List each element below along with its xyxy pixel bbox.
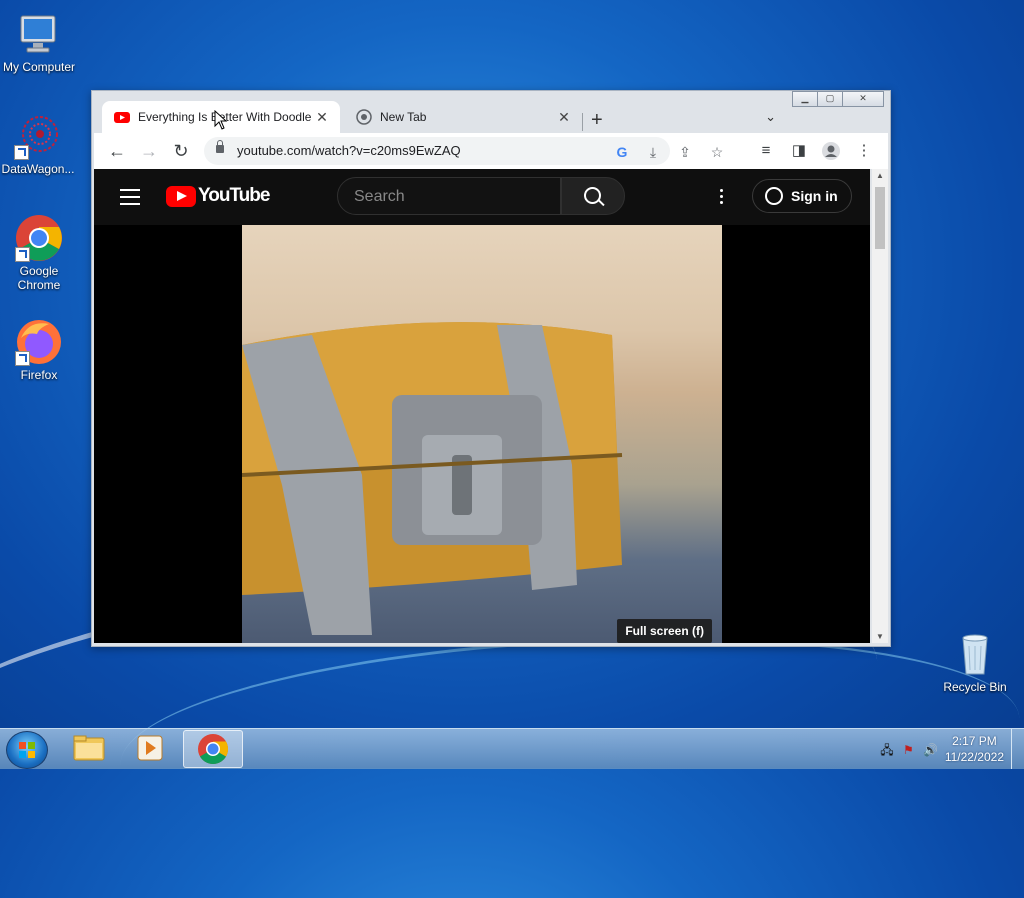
youtube-search-input[interactable]: Search [337, 177, 561, 215]
lock-icon[interactable] [216, 140, 224, 153]
desktop-icon-my-computer[interactable]: My Computer [1, 10, 77, 74]
search-icon [584, 187, 601, 204]
desktop-icon-label: DataWagon... [1, 162, 75, 176]
browser-toolbar: ← → ↻ youtube.com/watch?v=c20ms9EwZAQ G … [94, 133, 888, 169]
tab-separator [582, 113, 583, 131]
desktop-icon-datawagon[interactable]: DataWagon... [0, 112, 76, 176]
page-viewport: YouTube Search Sign in Full screen (f) [94, 169, 870, 643]
media-control-icon[interactable]: ≡ [756, 141, 776, 161]
tab-close-icon[interactable]: ✕ [554, 109, 574, 126]
taskbar-clock[interactable]: 2:17 PM 11/22/2022 [945, 733, 1004, 765]
scroll-down-arrow-icon[interactable]: ▼ [872, 632, 888, 641]
desktop-icon-label: Google Chrome [17, 264, 61, 292]
tab-title: New Tab [380, 110, 427, 124]
datawagon-icon [14, 112, 62, 160]
show-desktop-button[interactable] [1011, 729, 1024, 769]
youtube-favicon-icon [114, 109, 130, 125]
chrome-icon [198, 734, 229, 765]
hamburger-menu-icon[interactable] [120, 189, 140, 210]
shortcut-arrow-icon [14, 145, 29, 160]
desktop-icon-label: My Computer [2, 60, 76, 74]
action-center-flag-icon[interactable]: ⚑ [903, 743, 914, 757]
bookmark-star-icon[interactable]: ☆ [707, 142, 727, 162]
youtube-search-button[interactable] [561, 177, 625, 215]
system-tray: 🖧 ⚑ 🔊 [880, 741, 938, 762]
treasure-chest-image [242, 322, 623, 635]
reload-icon[interactable]: ↻ [170, 140, 192, 162]
start-button[interactable] [6, 731, 48, 769]
fullscreen-tooltip: Full screen (f) [617, 619, 712, 643]
firefox-icon [15, 318, 63, 366]
taskbar-explorer[interactable] [60, 730, 118, 766]
page-scrollbar[interactable]: ▲ ▼ [872, 169, 888, 643]
taskbar-media-player[interactable] [121, 730, 179, 766]
desktop-icon-recycle-bin[interactable]: Recycle Bin [937, 630, 1013, 694]
account-circle-icon [765, 187, 783, 205]
taskbar: 🖧 ⚑ 🔊 2:17 PM 11/22/2022 [0, 728, 1024, 769]
profile-avatar-icon[interactable] [821, 141, 841, 161]
address-bar[interactable]: youtube.com/watch?v=c20ms9EwZAQ G ⤓ ⇪ ☆ [204, 137, 723, 165]
video-player[interactable]: Full screen (f) [242, 225, 722, 643]
scrollbar-thumb[interactable] [875, 187, 885, 249]
taskbar-chrome[interactable] [183, 730, 243, 768]
desktop-icon-google-chrome[interactable]: Google Chrome [1, 214, 77, 292]
windows-logo-icon [19, 742, 35, 758]
chrome-menu-icon[interactable]: ⋮ [854, 141, 874, 161]
sign-in-button[interactable]: Sign in [752, 179, 852, 213]
shortcut-arrow-icon [15, 247, 30, 262]
install-app-icon[interactable]: ⤓ [643, 142, 663, 162]
tab-search-chevron-icon[interactable]: ⌄ [765, 109, 776, 125]
computer-icon [15, 10, 63, 58]
tab-close-icon[interactable]: ✕ [312, 109, 332, 126]
youtube-header: YouTube Search Sign in [94, 169, 870, 225]
volume-icon[interactable]: 🔊 [923, 743, 938, 757]
url-text: youtube.com/watch?v=c20ms9EwZAQ [237, 143, 461, 158]
side-panel-icon[interactable]: ◨ [789, 141, 809, 161]
mouse-cursor-icon [214, 110, 228, 130]
recycle-bin-icon [951, 630, 999, 678]
chrome-icon [15, 214, 63, 262]
youtube-logo-text: YouTube [198, 185, 270, 206]
share-icon[interactable]: ⇪ [675, 142, 695, 162]
chrome-window: ▁ ▢ ✕ Everything Is Better With Doodle ✕… [91, 90, 891, 647]
back-arrow-icon[interactable]: ← [106, 140, 128, 162]
clock-date: 11/22/2022 [944, 750, 1004, 764]
media-player-icon [137, 735, 163, 761]
folder-icon [73, 735, 105, 761]
youtube-play-logo-icon [166, 185, 196, 207]
desktop-icon-firefox[interactable]: Firefox [1, 318, 77, 382]
network-icon[interactable]: 🖧 [880, 743, 893, 757]
sign-in-label: Sign in [791, 188, 838, 204]
google-translate-icon[interactable]: G [612, 142, 632, 162]
clock-time: 2:17 PM [952, 734, 997, 748]
desktop-icon-label: Recycle Bin [943, 680, 1007, 694]
forward-arrow-icon[interactable]: → [138, 140, 160, 162]
desktop-icon-label: Firefox [20, 368, 58, 382]
youtube-settings-kebab-icon[interactable] [720, 189, 724, 207]
youtube-logo[interactable]: YouTube [166, 185, 270, 207]
new-tab-button[interactable]: + [591, 109, 603, 132]
scroll-up-arrow-icon[interactable]: ▲ [872, 171, 888, 180]
shortcut-arrow-icon [15, 351, 30, 366]
chrome-favicon-icon [356, 109, 372, 125]
tab-new-tab[interactable]: New Tab ✕ [344, 101, 582, 133]
